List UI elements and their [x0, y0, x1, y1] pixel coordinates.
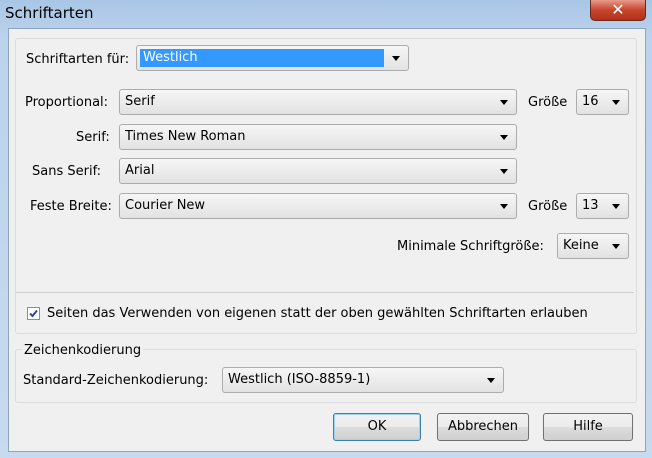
fixed-width-select[interactable]: Courier New — [119, 193, 517, 219]
serif-value: Times New Roman — [125, 129, 246, 144]
serif-label: Serif: — [76, 130, 110, 145]
fixed-width-size-select[interactable]: 13 — [576, 193, 629, 219]
fixed-width-label: Feste Breite: — [30, 199, 112, 214]
encoding-group-label: Zeichenkodierung — [22, 343, 144, 359]
close-icon: ✕ — [611, 0, 625, 19]
min-font-size-select[interactable]: Keine — [557, 233, 629, 259]
chevron-down-icon — [500, 169, 508, 174]
default-encoding-value: Westlich (ISO-8859-1) — [228, 372, 371, 387]
title-bar[interactable]: Schriftarten ✕ — [0, 0, 652, 28]
allow-page-fonts-checkbox[interactable] — [27, 307, 40, 320]
window-title: Schriftarten — [5, 4, 94, 22]
proportional-size-value: 16 — [582, 94, 599, 109]
help-button[interactable]: Hilfe — [543, 413, 633, 441]
fonts-dialog-window: Schriftarten ✕ Schriftarten für: Westlic… — [0, 0, 652, 458]
cancel-button[interactable]: Abbrechen — [437, 413, 529, 441]
dialog-content: Schriftarten für: Westlich Proportional:… — [8, 28, 646, 452]
fonts-for-value: Westlich — [140, 49, 384, 67]
proportional-value: Serif — [125, 94, 155, 109]
min-font-size-label: Minimale Schriftgröße: — [397, 239, 544, 254]
fixed-width-size-label: Größe — [528, 199, 568, 214]
proportional-size-label: Größe — [528, 95, 568, 110]
chevron-down-icon — [500, 204, 508, 209]
sans-serif-label: Sans Serif: — [32, 164, 102, 179]
ok-button[interactable]: OK — [333, 413, 421, 441]
allow-page-fonts-label[interactable]: Seiten das Verwenden von eigenen statt d… — [47, 306, 588, 322]
chevron-down-icon — [500, 100, 508, 105]
fixed-width-value: Courier New — [125, 198, 206, 213]
fixed-width-size-value: 13 — [582, 198, 599, 213]
chevron-down-icon — [500, 135, 508, 140]
fonts-for-label: Schriftarten für: — [26, 52, 130, 67]
min-font-size-value: Keine — [563, 238, 599, 253]
fonts-group — [15, 38, 637, 334]
chevron-down-icon — [392, 56, 400, 61]
serif-select[interactable]: Times New Roman — [119, 124, 517, 150]
proportional-size-select[interactable]: 16 — [576, 89, 629, 115]
default-encoding-label: Standard-Zeichenkodierung: — [23, 373, 209, 388]
fonts-for-select[interactable]: Westlich — [136, 45, 409, 71]
close-button[interactable]: ✕ — [590, 0, 646, 21]
chevron-down-icon — [612, 244, 620, 249]
default-encoding-select[interactable]: Westlich (ISO-8859-1) — [222, 367, 504, 393]
sans-serif-select[interactable]: Arial — [119, 158, 517, 184]
proportional-label: Proportional: — [25, 95, 109, 110]
chevron-down-icon — [612, 100, 620, 105]
chevron-down-icon — [487, 378, 495, 383]
chevron-down-icon — [612, 204, 620, 209]
separator — [16, 292, 634, 293]
proportional-select[interactable]: Serif — [119, 89, 517, 115]
checkmark-icon — [29, 309, 38, 318]
sans-serif-value: Arial — [125, 163, 155, 178]
